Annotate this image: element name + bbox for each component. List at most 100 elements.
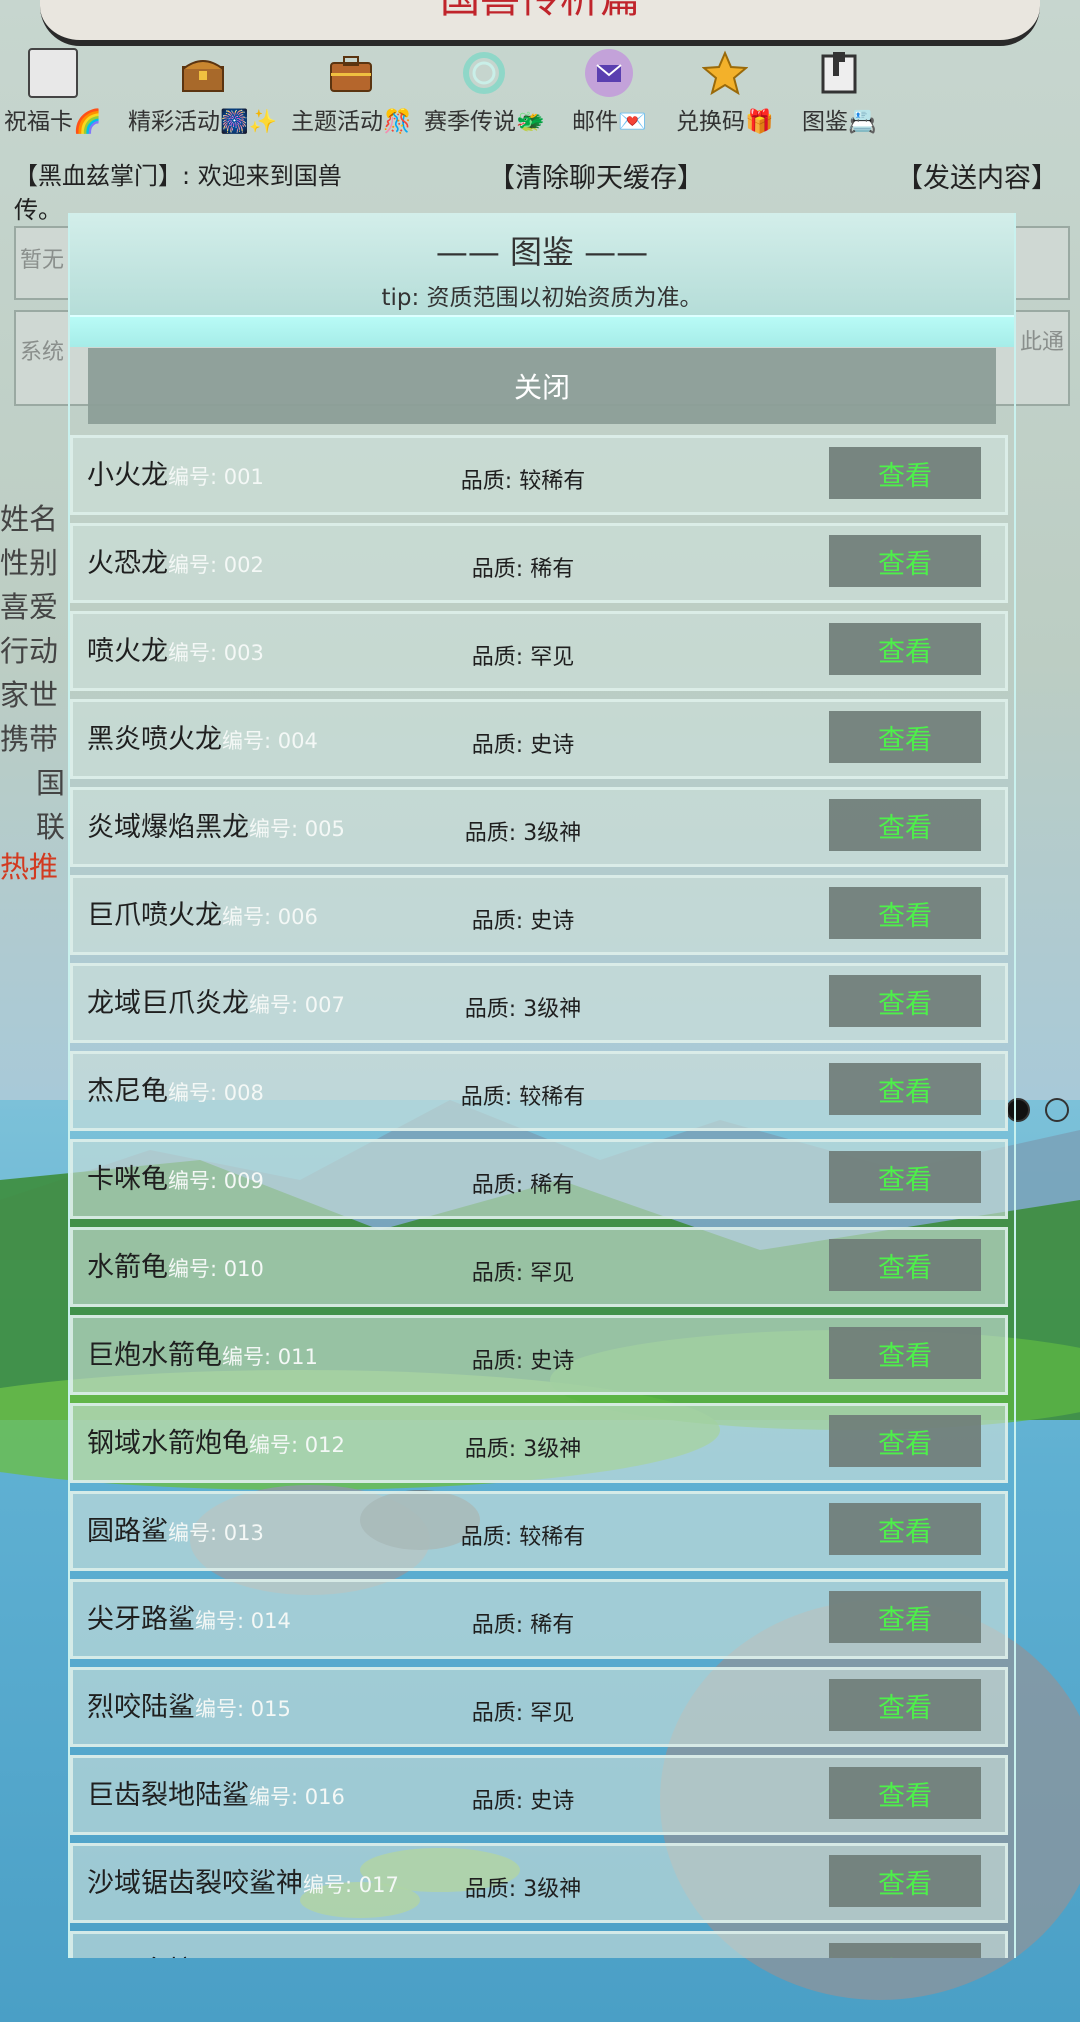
list-item: 巨炮水箭龟编号: 011 品质: 史诗 查看 bbox=[70, 1315, 1008, 1395]
clear-chat-button[interactable]: 【清除聊天缓存】 bbox=[488, 156, 704, 195]
carousel-dot[interactable] bbox=[1045, 1098, 1069, 1122]
view-button[interactable]: 查看 bbox=[829, 799, 981, 851]
creature-name: 水箭龟编号: 010 bbox=[87, 1252, 264, 1283]
list-item: 炎域爆焰黑龙编号: 005 品质: 3级神 查看 bbox=[70, 787, 1008, 867]
creature-quality: 品质: 3级神 bbox=[464, 997, 582, 1022]
creature-id: 编号: 004 bbox=[222, 729, 318, 753]
creature-quality: 品质: 罕见 bbox=[471, 1261, 575, 1286]
list-item: 烈咬陆鲨编号: 015 品质: 罕见 查看 bbox=[70, 1667, 1008, 1747]
creature-name: 龙域巨爪炎龙编号: 007 bbox=[87, 988, 345, 1019]
hot-recommend-label: 热推 bbox=[0, 850, 59, 884]
list-item: 黑炎喷火龙编号: 004 品质: 史诗 查看 bbox=[70, 699, 1008, 779]
profile-label-family: 家世 bbox=[0, 678, 59, 712]
creature-name: 喷火龙编号: 003 bbox=[87, 636, 264, 667]
view-button[interactable]: 查看 bbox=[829, 1327, 981, 1379]
modal-divider bbox=[70, 317, 1014, 347]
creature-id: 编号: 010 bbox=[168, 1257, 264, 1281]
view-button[interactable]: 查看 bbox=[829, 1503, 981, 1555]
view-button[interactable]: 查看 bbox=[829, 1415, 981, 1467]
view-button[interactable]: 查看 bbox=[829, 975, 981, 1027]
creature-quality: 品质: 较稀有 bbox=[460, 1085, 586, 1110]
modal-tip: tip: 资质范围以初始资质为准。 bbox=[381, 285, 703, 311]
view-button[interactable]: 查看 bbox=[829, 535, 981, 587]
creature-id: 编号: 012 bbox=[249, 1433, 345, 1457]
list-item: 可可多拉编号: 018品质: 较稀有查看 bbox=[70, 1931, 1008, 1958]
send-button[interactable]: 【发送内容】 bbox=[896, 156, 1058, 195]
view-button[interactable]: 查看 bbox=[829, 887, 981, 939]
creature-quality: 品质: 稀有 bbox=[471, 557, 575, 582]
creature-quality: 品质: 较稀有 bbox=[460, 469, 586, 494]
creature-id: 编号: 005 bbox=[249, 817, 345, 841]
creature-quality: 品质: 较稀有 bbox=[460, 1525, 586, 1550]
handbook-modal: —— 图鉴 —— tip: 资质范围以初始资质为准。 关闭 小火龙编号: 001… bbox=[68, 213, 1016, 1958]
view-button[interactable]: 查看 bbox=[829, 1063, 981, 1115]
modal-header: —— 图鉴 —— tip: 资质范围以初始资质为准。 bbox=[70, 213, 1014, 317]
creature-quality: 品质: 史诗 bbox=[471, 909, 575, 934]
view-button[interactable]: 查看 bbox=[829, 1591, 981, 1643]
view-button[interactable]: 查看 bbox=[829, 623, 981, 675]
creature-quality: 品质: 3级神 bbox=[464, 821, 582, 846]
list-item: 尖牙路鲨编号: 014 品质: 稀有 查看 bbox=[70, 1579, 1008, 1659]
creature-name: 沙域锯齿裂咬鲨神编号: 017 bbox=[87, 1868, 399, 1899]
view-button[interactable]: 查看 bbox=[829, 1767, 981, 1819]
view-button[interactable]: 查看 bbox=[829, 1679, 981, 1731]
creature-quality: 品质: 罕见 bbox=[471, 1701, 575, 1726]
creature-name: 烈咬陆鲨编号: 015 bbox=[87, 1692, 291, 1723]
creature-id: 编号: 008 bbox=[168, 1081, 264, 1105]
profile-label-action: 行动 bbox=[0, 634, 59, 668]
creature-id: 编号: 017 bbox=[303, 1873, 399, 1897]
menu-item-events[interactable]: 精彩活动🎆✨ bbox=[128, 48, 277, 136]
creature-name: 巨爪喷火龙编号: 006 bbox=[87, 900, 318, 931]
menu-item-handbook[interactable]: 图鉴📇 bbox=[802, 48, 877, 136]
modal-title: —— 图鉴 —— bbox=[435, 233, 649, 271]
profile-label-name: 姓名 bbox=[0, 502, 59, 536]
top-banner: 国兽传析篇 bbox=[40, 0, 1040, 46]
profile-label-nation: 国 bbox=[36, 766, 66, 800]
creature-id: 编号: 013 bbox=[168, 1521, 264, 1545]
creature-name: 钢域水箭炮龟编号: 012 bbox=[87, 1428, 345, 1459]
banner-title: 国兽传析篇 bbox=[40, 0, 1040, 24]
creature-quality: 品质: 史诗 bbox=[471, 1789, 575, 1814]
creature-quality: 品质: 罕见 bbox=[471, 645, 575, 670]
creature-name: 小火龙编号: 001 bbox=[87, 460, 264, 491]
creature-id: 编号: 001 bbox=[168, 465, 264, 489]
close-button[interactable]: 关闭 bbox=[88, 348, 996, 424]
menu-item-theme-events[interactable]: 主题活动🎊 bbox=[291, 48, 412, 136]
profile-label-alliance: 联 bbox=[36, 810, 66, 844]
creature-id: 编号: 003 bbox=[168, 641, 264, 665]
profile-label-hobby: 喜爱 bbox=[0, 590, 59, 624]
briefcase-icon bbox=[326, 48, 376, 98]
creature-name: 可可多拉编号: 018 bbox=[87, 1949, 291, 1958]
creature-name: 圆路鲨编号: 013 bbox=[87, 1516, 264, 1547]
mail-icon bbox=[584, 48, 634, 98]
list-item: 巨齿裂地陆鲨编号: 016 品质: 史诗 查看 bbox=[70, 1755, 1008, 1835]
view-button[interactable]: 查看 bbox=[829, 1151, 981, 1203]
menu-item-season-legend[interactable]: 赛季传说🐲 bbox=[424, 48, 545, 136]
view-button[interactable]: 查看 bbox=[829, 711, 981, 763]
creature-quality: 品质: 3级神 bbox=[464, 1437, 582, 1462]
list-item: 小火龙编号: 001 品质: 较稀有 查看 bbox=[70, 435, 1008, 515]
creature-name: 炎域爆焰黑龙编号: 005 bbox=[87, 812, 345, 843]
view-button[interactable]: 查看 bbox=[829, 1943, 981, 1958]
menu-item-redeem-code[interactable]: 兑换码🎁 bbox=[676, 48, 774, 136]
creature-name: 卡咪龟编号: 009 bbox=[87, 1164, 264, 1195]
menu-item-blessing-card[interactable]: 祝福卡🌈 bbox=[4, 48, 102, 136]
creature-id: 编号: 014 bbox=[195, 1609, 291, 1633]
profile-label-gender: 性别 bbox=[0, 546, 59, 580]
creature-name: 巨齿裂地陆鲨编号: 016 bbox=[87, 1780, 345, 1811]
chat-message: 【黑血兹掌门】: 欢迎来到国兽 bbox=[14, 162, 342, 190]
treasure-chest-icon bbox=[178, 48, 228, 98]
view-button[interactable]: 查看 bbox=[829, 1855, 981, 1907]
handbook-list: 小火龙编号: 001 品质: 较稀有 查看 火恐龙编号: 002 品质: 稀有 查看 喷火龙… bbox=[70, 435, 1014, 1958]
list-item: 巨爪喷火龙编号: 006 品质: 史诗 查看 bbox=[70, 875, 1008, 955]
top-menu: 祝福卡🌈 精彩活动🎆✨ 主题活动🎊 赛季传说🐲 邮件💌 兑换码🎁 图鉴📇 bbox=[0, 48, 1080, 148]
list-item: 钢域水箭炮龟编号: 012 品质: 3级神 查看 bbox=[70, 1403, 1008, 1483]
creature-id: 编号: 016 bbox=[249, 1785, 345, 1809]
chat-message-cont: 传。 bbox=[14, 196, 62, 224]
view-button[interactable]: 查看 bbox=[829, 447, 981, 499]
view-button[interactable]: 查看 bbox=[829, 1239, 981, 1291]
creature-id: 编号: 006 bbox=[222, 905, 318, 929]
list-item: 龙域巨爪炎龙编号: 007 品质: 3级神 查看 bbox=[70, 963, 1008, 1043]
menu-item-mail[interactable]: 邮件💌 bbox=[572, 48, 647, 136]
creature-id: 编号: 015 bbox=[195, 1697, 291, 1721]
